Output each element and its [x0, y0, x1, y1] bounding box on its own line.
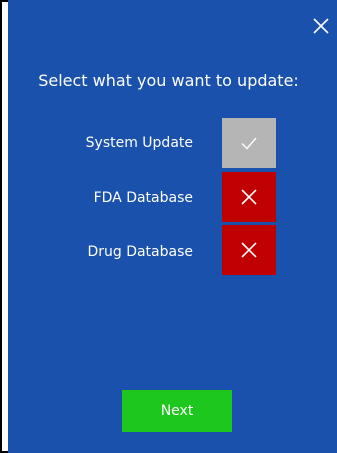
page-title: Select what you want to update: — [38, 71, 299, 90]
fda-database-label: FDA Database — [93, 190, 193, 206]
close-icon — [313, 18, 329, 34]
system-update-label: System Update — [85, 135, 193, 151]
x-icon — [241, 242, 257, 258]
fda-database-toggle[interactable] — [222, 172, 276, 222]
system-update-toggle[interactable] — [222, 118, 276, 168]
x-icon — [241, 189, 257, 205]
close-button[interactable] — [311, 16, 331, 36]
drug-database-toggle[interactable] — [222, 225, 276, 275]
update-dialog — [8, 0, 337, 453]
next-button[interactable]: Next — [122, 390, 232, 432]
drug-database-label: Drug Database — [87, 244, 193, 260]
check-icon — [241, 137, 257, 150]
